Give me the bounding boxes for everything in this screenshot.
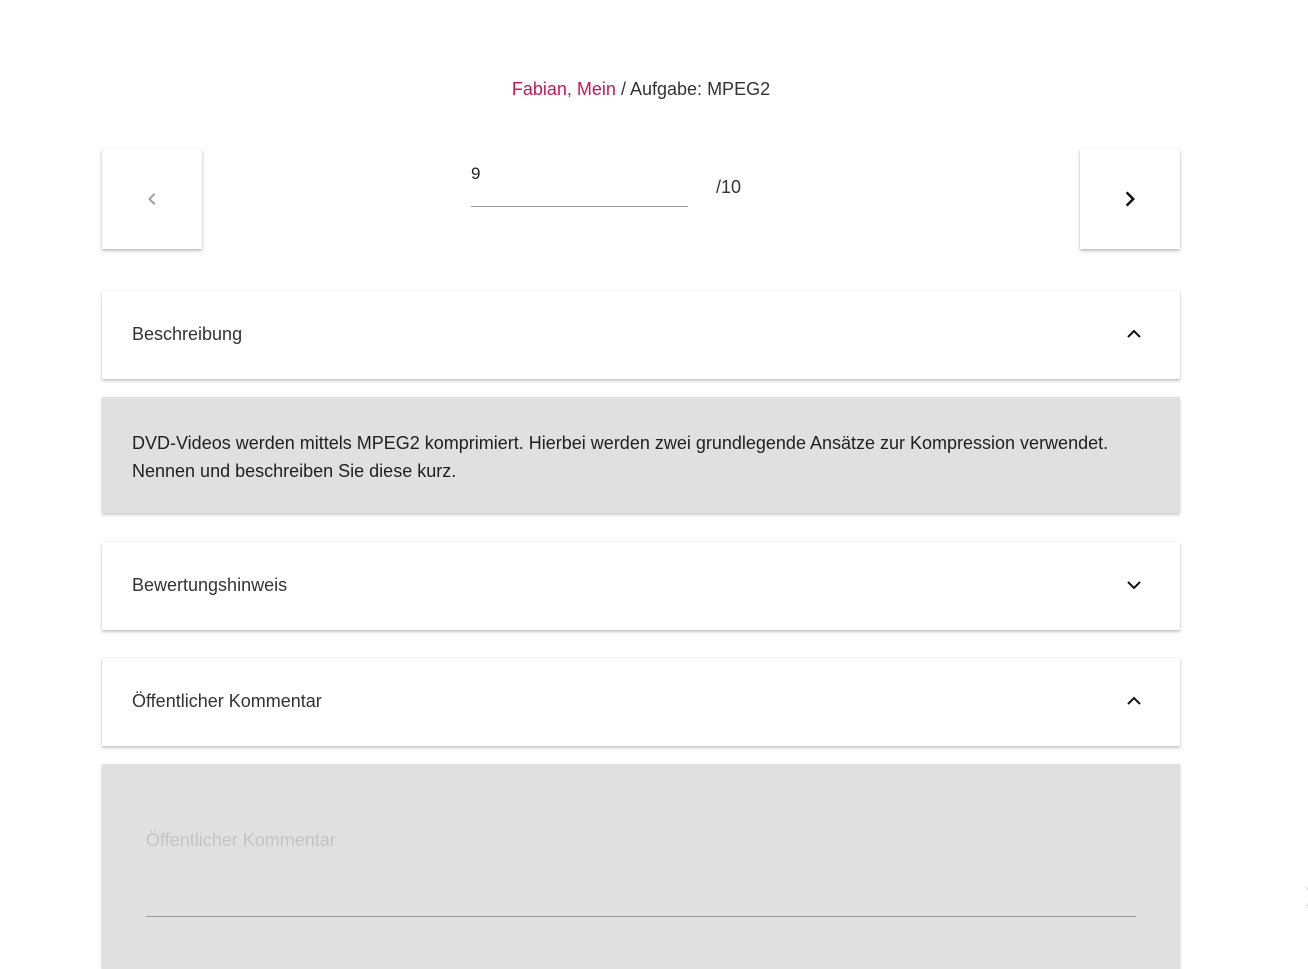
previous-submission-button[interactable] bbox=[102, 149, 202, 249]
breadcrumb-task: Aufgabe: MPEG2 bbox=[630, 79, 771, 99]
chevron-up-icon bbox=[1127, 696, 1141, 705]
public-comment-panel-title: Öffentlicher Kommentar bbox=[132, 691, 322, 711]
points-total: /10 bbox=[716, 177, 742, 197]
points-input[interactable] bbox=[471, 164, 681, 184]
description-text: DVD-Videos werden mittels MPEG2 komprimi… bbox=[132, 433, 1109, 481]
public-comment-textarea[interactable] bbox=[146, 830, 1136, 890]
public-comment-panel-header[interactable]: Öffentlicher Kommentar bbox=[102, 658, 1180, 746]
breadcrumb-separator: / bbox=[620, 79, 626, 99]
breadcrumb: Fabian, Mein / Aufgabe: MPEG2 bbox=[0, 79, 1282, 100]
chevron-left-icon bbox=[148, 193, 156, 205]
grading-hint-panel-header[interactable]: Bewertungshinweis bbox=[102, 542, 1180, 630]
breadcrumb-student-link[interactable]: Fabian, Mein bbox=[512, 79, 616, 99]
chevron-down-icon bbox=[1127, 581, 1141, 590]
chevron-up-icon bbox=[1127, 329, 1141, 338]
next-submission-button[interactable] bbox=[1080, 149, 1180, 249]
scrollbar-edge bbox=[1303, 886, 1308, 908]
description-panel-title: Beschreibung bbox=[132, 324, 243, 344]
public-comment-panel-body bbox=[102, 764, 1180, 969]
points-field[interactable] bbox=[471, 160, 688, 207]
public-comment-field[interactable] bbox=[146, 824, 1136, 917]
chevron-right-icon bbox=[1125, 191, 1135, 207]
description-panel-header[interactable]: Beschreibung bbox=[102, 291, 1180, 379]
description-panel-body: DVD-Videos werden mittels MPEG2 komprimi… bbox=[102, 397, 1180, 513]
grading-hint-panel-title: Bewertungshinweis bbox=[132, 575, 288, 595]
